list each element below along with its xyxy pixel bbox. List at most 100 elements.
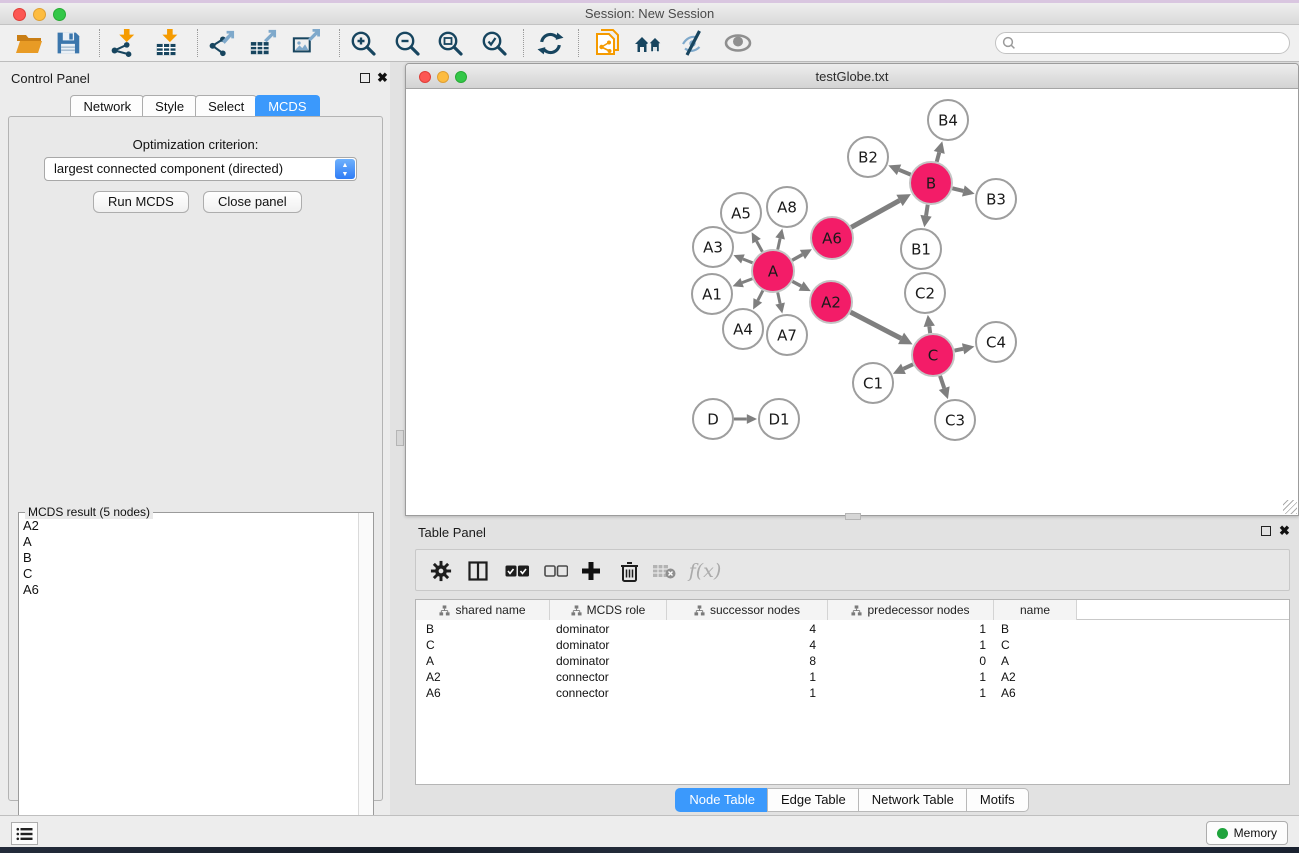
result-item-b[interactable]: B [19, 549, 359, 565]
graph-edge-C-C4[interactable] [955, 349, 964, 351]
tab-network-table[interactable]: Network Table [858, 788, 968, 812]
tab-edge-table[interactable]: Edge Table [767, 788, 860, 812]
close-panel-button[interactable]: Close panel [203, 191, 302, 213]
table-float-icon[interactable] [1261, 526, 1271, 536]
select-all-columns-button[interactable] [502, 557, 532, 585]
graph-edge-A-A3[interactable] [743, 259, 753, 263]
export-table-icon [249, 29, 277, 57]
network-close-button[interactable] [419, 71, 431, 83]
open-session-button[interactable] [12, 27, 46, 59]
column-header-successor-nodes[interactable]: successor nodes [667, 600, 828, 620]
network-resize-grip[interactable] [1283, 500, 1297, 514]
first-neighbors-button[interactable] [632, 27, 666, 59]
add-column-button[interactable] [576, 557, 606, 585]
export-network-button[interactable] [204, 27, 238, 59]
show-all-button[interactable] [721, 27, 755, 59]
graph-edge-C-C1[interactable] [903, 364, 913, 368]
result-scrollbar[interactable] [358, 513, 373, 851]
graph-node-label-D: D [707, 410, 719, 428]
graph-edge-C-C2[interactable] [929, 326, 930, 333]
refresh-network-button[interactable] [533, 27, 567, 59]
graph-edge-A2-C[interactable] [851, 312, 902, 338]
vertical-split-grip[interactable] [396, 430, 404, 446]
save-session-button[interactable] [51, 27, 85, 59]
close-window-button[interactable] [13, 8, 26, 21]
graph-node-label-D1: D1 [768, 410, 789, 428]
graph-edge-C-C3[interactable] [940, 376, 944, 388]
result-item-a2[interactable]: A2 [19, 517, 359, 533]
cell-predecessor-nodes: 1 [828, 685, 994, 701]
column-header-name[interactable]: name [994, 600, 1077, 620]
network-maximize-button[interactable] [455, 71, 467, 83]
graph-edge-B-B1[interactable] [926, 205, 928, 216]
graph-edge-A6-B[interactable] [851, 200, 899, 227]
hide-selected-button[interactable] [676, 27, 710, 59]
table-close-icon[interactable]: ✖ [1279, 526, 1290, 536]
import-table-button[interactable] [151, 27, 185, 59]
graph-edge-B-B2[interactable] [899, 170, 911, 175]
tab-node-table[interactable]: Node Table [675, 788, 769, 812]
tab-style[interactable]: Style [142, 95, 197, 118]
network-minimize-button[interactable] [437, 71, 449, 83]
export-image-button[interactable] [289, 27, 323, 59]
tab-mcds[interactable]: MCDS [255, 95, 319, 118]
graph-arrowhead [747, 414, 757, 424]
cell-successor-nodes: 1 [667, 669, 828, 685]
table-tabs: Node TableEdge TableNetwork TableMotifs [405, 788, 1299, 812]
new-network-from-selection-button[interactable] [590, 27, 624, 59]
zoom-fit-button[interactable] [433, 27, 467, 59]
export-table-button[interactable] [246, 27, 280, 59]
graph-arrowhead [775, 228, 785, 239]
run-mcds-button[interactable]: Run MCDS [93, 191, 189, 213]
import-network-button[interactable] [106, 27, 140, 59]
zoom-out-button[interactable] [390, 27, 424, 59]
table-row[interactable]: Bdominator41B [416, 621, 1289, 637]
table-row[interactable]: Cdominator41C [416, 637, 1289, 653]
network-window-titlebar[interactable]: testGlobe.txt [406, 64, 1298, 89]
table-settings-button[interactable] [426, 557, 456, 585]
optimization-criterion-select[interactable]: largest connected component (directed) ▲… [44, 157, 357, 181]
search-input[interactable] [995, 32, 1290, 54]
graph-edge-A-A8[interactable] [778, 238, 780, 249]
tab-motifs[interactable]: Motifs [966, 788, 1029, 812]
zoom-in-button[interactable] [346, 27, 380, 59]
table-row[interactable]: Adominator80A [416, 653, 1289, 669]
task-history-button[interactable] [11, 822, 38, 845]
delete-table-button[interactable] [649, 557, 679, 585]
graph-node-label-C: C [928, 346, 938, 364]
column-label: predecessor nodes [867, 603, 969, 617]
result-item-c[interactable]: C [19, 565, 359, 581]
graph-edge-A-A6[interactable] [792, 255, 802, 261]
result-item-a[interactable]: A [19, 533, 359, 549]
graph-arrowhead [775, 302, 785, 313]
column-header-mcds-role[interactable]: MCDS role [550, 600, 667, 620]
graph-edge-B-B4[interactable] [937, 152, 940, 161]
mcds-result-list[interactable]: A2ABCA6 [19, 517, 359, 851]
graph-edge-A-A4[interactable] [758, 291, 763, 301]
result-item-a6[interactable]: A6 [19, 581, 359, 597]
column-header-shared-name[interactable]: shared name [416, 600, 550, 620]
table-row[interactable]: A6connector11A6 [416, 685, 1289, 701]
column-header-predecessor-nodes[interactable]: predecessor nodes [828, 600, 994, 620]
tab-network[interactable]: Network [70, 95, 144, 118]
float-panel-icon[interactable] [360, 73, 370, 83]
function-builder-button[interactable]: f(x) [684, 557, 726, 585]
minimize-window-button[interactable] [33, 8, 46, 21]
tab-select[interactable]: Select [195, 95, 257, 118]
node-table[interactable]: shared nameMCDS rolesuccessor nodes prede… [415, 599, 1290, 785]
memory-button[interactable]: Memory [1206, 821, 1288, 845]
network-canvas[interactable]: B4B2BB3A5A8A6B1A3AC2A1A2A4A7C4CC1C3DD1 [407, 89, 1297, 515]
table-row[interactable]: A2connector11A2 [416, 669, 1289, 685]
zoom-selected-button[interactable] [477, 27, 511, 59]
unselect-all-columns-button[interactable] [541, 557, 571, 585]
graph-edge-A-A7[interactable] [778, 292, 780, 303]
maximize-window-button[interactable] [53, 8, 66, 21]
close-panel-icon[interactable]: ✖ [377, 73, 388, 83]
graph-edge-B-B3[interactable] [952, 188, 963, 191]
graph-edge-A-A5[interactable] [757, 241, 763, 252]
graph-edge-A-A2[interactable] [792, 281, 801, 286]
show-columns-button[interactable] [463, 557, 493, 585]
delete-columns-button[interactable] [614, 557, 644, 585]
trash-icon [620, 561, 639, 582]
graph-edge-A-A1[interactable] [742, 279, 752, 283]
